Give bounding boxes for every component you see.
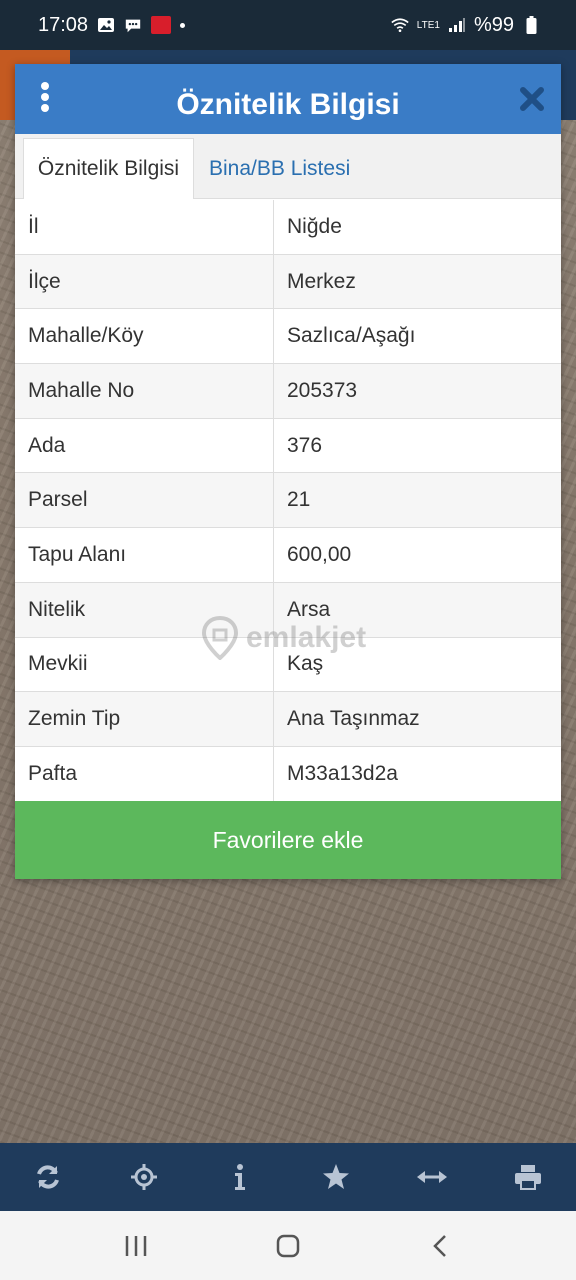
row-value: M33a13d2a: [287, 761, 398, 785]
row-value: 600,00: [287, 542, 352, 566]
table-row: Mevkii Kaş: [15, 637, 561, 693]
table-row: Mahalle/Köy Sazlıca/Aşağı: [15, 309, 561, 365]
row-key: İlçe: [15, 254, 274, 309]
row-key: Pafta: [15, 746, 274, 801]
row-value: Merkez: [287, 269, 356, 293]
row-value: Sazlıca/Aşağı: [287, 324, 416, 348]
tab-attribute-info[interactable]: Öznitelik Bilgisi: [23, 138, 194, 199]
row-key: Mahalle No: [15, 364, 274, 418]
measure-icon[interactable]: [412, 1157, 452, 1197]
dialog-title: Öznitelik Bilgisi: [176, 88, 400, 121]
wifi-icon: [391, 16, 409, 34]
close-icon[interactable]: [517, 84, 547, 114]
status-bar: 17:08 LTE1 %99: [0, 0, 576, 50]
locate-icon[interactable]: [124, 1157, 164, 1197]
battery-icon: [522, 16, 540, 34]
row-key: Nitelik: [15, 582, 274, 637]
signal-icon: [448, 16, 466, 34]
row-value: Ana Taşınmaz: [287, 707, 420, 731]
battery-percent: %99: [473, 13, 514, 36]
system-nav-bar: [0, 1211, 576, 1280]
table-row: Tapu Alanı 600,00: [15, 528, 561, 583]
status-time: 17:08: [38, 13, 89, 36]
tab-building-list[interactable]: Bina/BB Listesi: [209, 138, 350, 199]
table-row: Ada 376: [15, 418, 561, 474]
row-key: Mevkii: [15, 637, 274, 692]
network-label: LTE1: [416, 19, 440, 31]
row-key: Ada: [15, 418, 274, 473]
row-value: 21: [287, 488, 311, 512]
table-row: Parsel 21: [15, 473, 561, 529]
status-right: LTE1 %99: [391, 14, 540, 37]
row-key: Mahalle/Köy: [15, 309, 274, 364]
map-toolbar: [0, 1143, 576, 1211]
gallery-icon: [97, 16, 115, 34]
add-to-favorites-button[interactable]: Favorilere ekle: [15, 801, 561, 879]
row-key: Parsel: [15, 473, 274, 528]
dialog-tabs: Öznitelik Bilgisi Bina/BB Listesi: [15, 134, 561, 199]
chat-icon: [124, 16, 142, 34]
refresh-icon[interactable]: [28, 1157, 68, 1197]
row-value: Niğde: [287, 214, 342, 238]
dialog-header: Öznitelik Bilgisi: [15, 64, 561, 134]
row-value: 376: [287, 433, 323, 457]
table-row: Mahalle No 205373: [15, 364, 561, 419]
row-key: Zemin Tip: [15, 692, 274, 746]
row-key: Tapu Alanı: [15, 528, 274, 582]
attribute-info-dialog: Öznitelik Bilgisi Öznitelik Bilgisi Bina…: [15, 64, 561, 879]
table-row: Nitelik Arsa: [15, 582, 561, 638]
info-icon[interactable]: [220, 1157, 260, 1197]
row-value: Arsa: [287, 597, 331, 621]
back-icon[interactable]: [420, 1226, 460, 1266]
app-notification-icon: [151, 16, 172, 34]
home-icon[interactable]: [268, 1226, 308, 1266]
row-key: İl: [15, 200, 274, 254]
more-notifications-dot: [180, 22, 186, 28]
recent-apps-icon[interactable]: [116, 1226, 156, 1266]
table-row: İl Niğde: [15, 200, 561, 255]
row-value: 205373: [287, 378, 358, 402]
table-row: Pafta M33a13d2a: [15, 746, 561, 802]
table-row: İlçe Merkez: [15, 254, 561, 310]
print-icon[interactable]: [508, 1157, 548, 1197]
row-value: Kaş: [287, 652, 324, 676]
table-row: Zemin Tip Ana Taşınmaz: [15, 692, 561, 747]
status-left: 17:08: [38, 13, 186, 37]
attribute-table: İl Niğde İlçe Merkez Mahalle/Köy Sazlıca…: [15, 200, 561, 802]
star-icon[interactable]: [316, 1157, 356, 1197]
